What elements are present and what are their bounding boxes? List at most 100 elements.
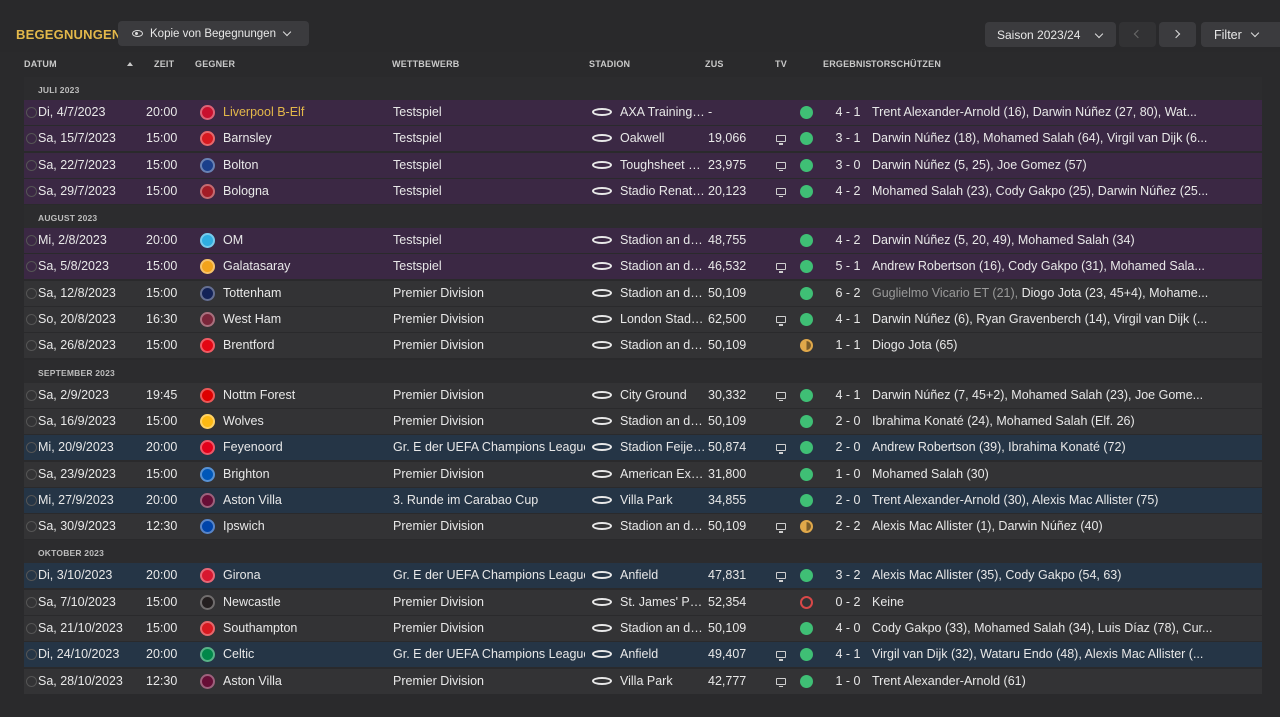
select-checkbox[interactable] [26, 287, 37, 299]
score[interactable]: 2 - 0 [829, 435, 867, 460]
fixture-row[interactable]: Sa, 29/7/2023 15:00 Bologna Testspiel Stadio… [24, 178, 1262, 204]
select-checkbox[interactable] [26, 623, 37, 635]
stadium-name[interactable]: St. James' Park [620, 590, 706, 615]
stadium-name[interactable]: Anfield [620, 563, 706, 588]
stadium-name[interactable]: Stadion an der Anfield Road [620, 514, 706, 539]
competition-link[interactable]: Gr. E der UEFA Champions League [393, 435, 585, 460]
stadium-name[interactable]: Stadion Feijenoord [620, 435, 706, 460]
fixture-row[interactable]: Sa, 22/7/2023 15:00 Bolton Testspiel Toughsh… [24, 152, 1262, 178]
stadium-name[interactable]: Stadio Renato Dall'Ara [620, 179, 706, 204]
column-header-competition[interactable]: WETTBEWERB [392, 59, 460, 69]
select-checkbox[interactable] [26, 340, 37, 352]
competition-link[interactable]: Premier Division [393, 307, 585, 332]
column-header-stadium[interactable]: STADION [589, 59, 630, 69]
column-header-attendance[interactable]: ZUS [705, 59, 724, 69]
opponent-link[interactable]: Brighton [223, 462, 270, 487]
opponent-link[interactable]: Barnsley [223, 126, 272, 151]
stadium-name[interactable]: Stadion an der Anfield Road [620, 333, 706, 358]
next-season-button[interactable] [1159, 22, 1196, 47]
opponent-link[interactable]: Feyenoord [223, 435, 283, 460]
fixture-row[interactable]: Sa, 21/10/2023 15:00 Southampton Premier Di… [24, 616, 1262, 642]
competition-link[interactable]: Premier Division [393, 514, 585, 539]
view-selector-button[interactable]: Kopie von Begegnungen [118, 21, 309, 46]
competition-link[interactable]: Testspiel [393, 179, 585, 204]
fixture-row[interactable]: Mi, 27/9/2023 20:00 Aston Villa 3. Runde im… [24, 487, 1262, 513]
season-dropdown[interactable]: Saison 2023/24 [985, 22, 1116, 47]
previous-season-button[interactable] [1119, 22, 1156, 47]
fixture-row[interactable]: So, 20/8/2023 16:30 West Ham Premier Divisi… [24, 307, 1262, 333]
select-checkbox[interactable] [26, 314, 37, 326]
stadium-name[interactable]: Stadion an der Anfield Road [620, 254, 706, 279]
competition-link[interactable]: Testspiel [393, 126, 585, 151]
score[interactable]: 2 - 0 [829, 409, 867, 434]
opponent-link[interactable]: Tottenham [223, 281, 281, 306]
opponent-link[interactable]: Aston Villa [223, 669, 282, 694]
fixture-row[interactable]: Sa, 26/8/2023 15:00 Brentford Premier Divis… [24, 333, 1262, 359]
column-header-date[interactable]: DATUM [24, 59, 57, 69]
stadium-name[interactable]: Stadion an der Anfield Road [620, 616, 706, 641]
opponent-link[interactable]: Ipswich [223, 514, 265, 539]
select-checkbox[interactable] [26, 415, 37, 427]
select-checkbox[interactable] [26, 442, 37, 454]
stadium-name[interactable]: Oakwell [620, 126, 706, 151]
stadium-name[interactable]: Villa Park [620, 669, 706, 694]
stadium-name[interactable]: Stadion an der Anfield Road [620, 281, 706, 306]
score[interactable]: 4 - 2 [829, 179, 867, 204]
stadium-name[interactable]: Stadion an der Anfield Road [620, 228, 706, 253]
opponent-link[interactable]: Liverpool B-Elf [223, 100, 304, 125]
opponent-link[interactable]: Nottm Forest [223, 383, 295, 408]
opponent-link[interactable]: OM [223, 228, 243, 253]
score[interactable]: 6 - 2 [829, 281, 867, 306]
competition-link[interactable]: Premier Division [393, 383, 585, 408]
stadium-name[interactable]: Stadion an der Anfield Road [620, 409, 706, 434]
opponent-link[interactable]: West Ham [223, 307, 281, 332]
competition-link[interactable]: 3. Runde im Carabao Cup [393, 488, 585, 513]
competition-link[interactable]: Premier Division [393, 409, 585, 434]
fixture-row[interactable]: Sa, 28/10/2023 12:30 Aston Villa Premier Di… [24, 668, 1262, 694]
fixture-row[interactable]: Di, 3/10/2023 20:00 Girona Gr. E der UEFA C… [24, 563, 1262, 589]
fixture-row[interactable]: Mi, 20/9/2023 20:00 Feyenoord Gr. E der UEF… [24, 435, 1262, 461]
column-header-tv[interactable]: TV [775, 59, 787, 69]
competition-link[interactable]: Premier Division [393, 462, 585, 487]
fixture-row[interactable]: Sa, 2/9/2023 19:45 Nottm Forest Premier Div… [24, 382, 1262, 408]
stadium-name[interactable]: London Stadium [620, 307, 706, 332]
fixture-row[interactable]: Sa, 23/9/2023 15:00 Brighton Premier Divisi… [24, 461, 1262, 487]
fixture-row[interactable]: Sa, 7/10/2023 15:00 Newcastle Premier Divis… [24, 589, 1262, 615]
score[interactable]: 5 - 1 [829, 254, 867, 279]
select-checkbox[interactable] [26, 675, 37, 687]
select-checkbox[interactable] [26, 570, 37, 582]
competition-link[interactable]: Testspiel [393, 228, 585, 253]
fixture-row[interactable]: Sa, 16/9/2023 15:00 Wolves Premier Division… [24, 408, 1262, 434]
fixture-row[interactable]: Sa, 5/8/2023 15:00 Galatasaray Testspiel Sta… [24, 254, 1262, 280]
score[interactable]: 2 - 2 [829, 514, 867, 539]
stadium-name[interactable]: Toughsheet Community Stadium [620, 153, 706, 178]
column-header-result[interactable]: ERGEBNIS [823, 59, 872, 69]
competition-link[interactable]: Premier Division [393, 590, 585, 615]
score[interactable]: 3 - 2 [829, 563, 867, 588]
score[interactable]: 4 - 1 [829, 383, 867, 408]
select-checkbox[interactable] [26, 261, 37, 273]
score[interactable]: 3 - 0 [829, 153, 867, 178]
opponent-link[interactable]: Galatasaray [223, 254, 290, 279]
competition-link[interactable]: Premier Division [393, 669, 585, 694]
competition-link[interactable]: Premier Division [393, 281, 585, 306]
competition-link[interactable]: Premier Division [393, 616, 585, 641]
select-checkbox[interactable] [26, 389, 37, 401]
score[interactable]: 0 - 2 [829, 590, 867, 615]
fixture-row[interactable]: Sa, 15/7/2023 15:00 Barnsley Testspiel Oakwe… [24, 126, 1262, 152]
score[interactable]: 3 - 1 [829, 126, 867, 151]
score[interactable]: 1 - 0 [829, 462, 867, 487]
fixture-row[interactable]: Di, 4/7/2023 20:00 Liverpool B-Elf Testspie… [24, 100, 1262, 125]
select-checkbox[interactable] [26, 185, 37, 197]
fixture-row[interactable]: Di, 24/10/2023 20:00 Celtic Gr. E der UEFA … [24, 642, 1262, 668]
select-checkbox[interactable] [26, 107, 37, 118]
column-header-time[interactable]: ZEIT [154, 59, 174, 69]
score[interactable]: 4 - 2 [829, 228, 867, 253]
score[interactable]: 4 - 1 [829, 100, 867, 125]
opponent-link[interactable]: Wolves [223, 409, 264, 434]
score[interactable]: 1 - 1 [829, 333, 867, 358]
stadium-name[interactable]: Villa Park [620, 488, 706, 513]
score[interactable]: 4 - 1 [829, 307, 867, 332]
stadium-name[interactable]: City Ground [620, 383, 706, 408]
opponent-link[interactable]: Brentford [223, 333, 274, 358]
